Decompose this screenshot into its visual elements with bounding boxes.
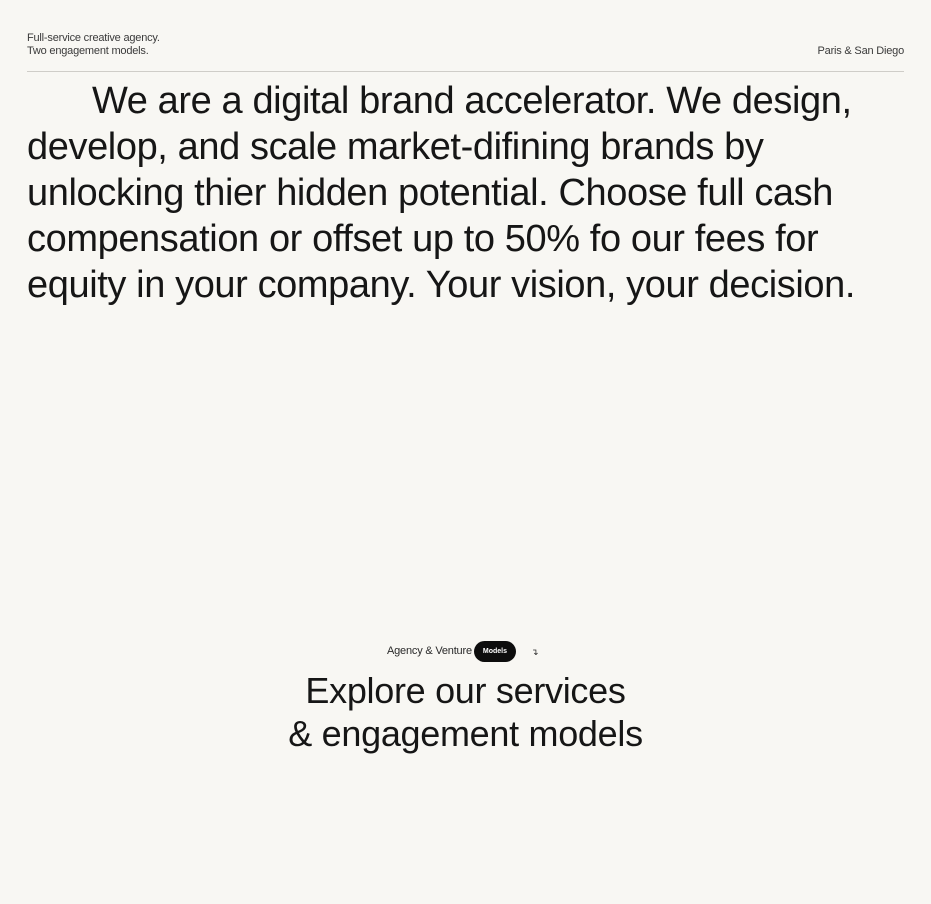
services-heading-line-2: & engagement models <box>288 713 643 754</box>
models-pill-button[interactable]: Models <box>473 640 516 662</box>
agency-tagline: Full-service creative agency. Two engage… <box>27 32 160 58</box>
services-eyebrow: Agency & Venture Models ↴ <box>387 640 539 662</box>
location-label: Paris & San Diego <box>817 45 905 57</box>
top-header: Full-service creative agency. Two engage… <box>27 32 904 72</box>
services-heading-line-1: Explore our services <box>305 670 626 711</box>
eyebrow-label: Agency & Venture <box>387 645 472 657</box>
tagline-line-1: Full-service creative agency. <box>27 32 160 44</box>
services-heading: Explore our services & engagement models <box>0 669 931 755</box>
tagline-line-2: Two engagement models. <box>27 45 149 57</box>
hero-statement: We are a digital brand accelerator. We d… <box>27 80 856 306</box>
arrow-down-right-icon[interactable]: ↴ <box>531 647 539 658</box>
services-eyebrow-row: Agency & Venture Models ↴ <box>0 640 931 662</box>
